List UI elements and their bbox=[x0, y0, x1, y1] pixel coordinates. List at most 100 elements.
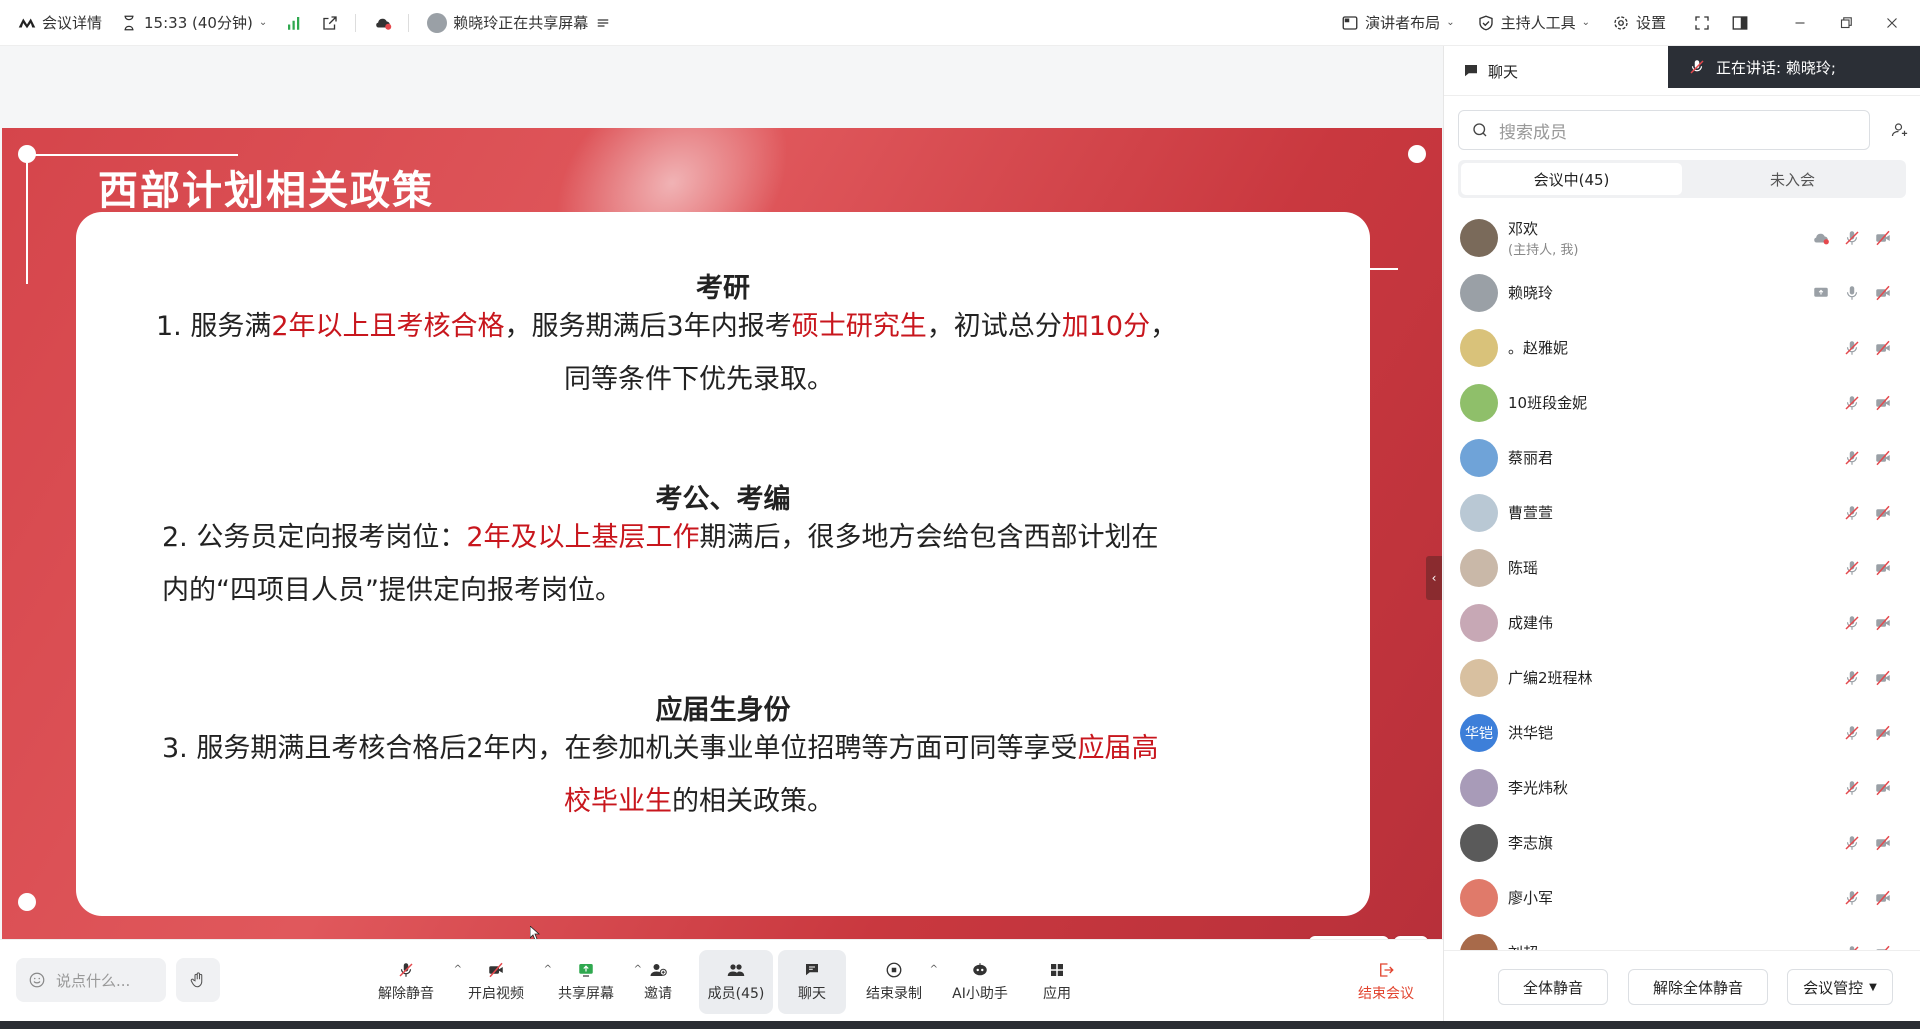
tab-not-joined[interactable]: 未入会 bbox=[1682, 163, 1903, 195]
member-row[interactable]: 赖晓玲 bbox=[1444, 265, 1920, 320]
start-video-button[interactable]: 开启视频 ^ bbox=[456, 950, 552, 1014]
body-text: ，初试总分 bbox=[926, 311, 1062, 342]
popout-button[interactable] bbox=[321, 14, 339, 32]
member-row[interactable]: 邓欢 (主持人, 我) bbox=[1444, 210, 1920, 265]
unmute-button[interactable]: 解除静音 ^ bbox=[366, 950, 462, 1014]
member-name-label: 陈瑶 bbox=[1508, 559, 1539, 577]
avatar bbox=[427, 12, 448, 33]
emoji-icon bbox=[29, 972, 45, 988]
restore-button[interactable] bbox=[1836, 13, 1856, 33]
ai-assistant-icon bbox=[973, 963, 987, 976]
presenter-layout-button[interactable]: 演讲者布局 ⌄ bbox=[1341, 12, 1455, 33]
cloud-record-button[interactable] bbox=[374, 14, 392, 32]
avatar bbox=[1460, 383, 1498, 422]
section-text: 1. 服务满2年以上且考核合格，服务期满后3年内报考硕士研究生，初试总分加10分… bbox=[156, 300, 1177, 353]
chevron-left-icon: ‹ bbox=[1431, 571, 1437, 585]
highlight-text: 校毕业生 bbox=[564, 786, 672, 817]
mic-icon bbox=[1846, 285, 1858, 300]
raise-hand-button[interactable] bbox=[176, 958, 220, 1002]
member-name: 李志旗 bbox=[1508, 832, 1553, 853]
member-name-label: 李光炜秋 bbox=[1508, 779, 1569, 797]
invite-button[interactable]: 邀请 bbox=[636, 950, 680, 1014]
sidebar-icon bbox=[1732, 15, 1748, 30]
member-row[interactable]: 李光炜秋 bbox=[1444, 760, 1920, 815]
section-text: 同等条件下优先录取。 bbox=[564, 353, 834, 406]
end-meeting-button[interactable]: 结束会议 bbox=[1358, 950, 1414, 1014]
meeting-timer[interactable]: 15:33 (40分钟) ⌄ bbox=[120, 12, 267, 33]
video-off-icon bbox=[1876, 835, 1890, 850]
member-row[interactable]: 廖小军 bbox=[1444, 870, 1920, 925]
shield-icon bbox=[1478, 15, 1493, 30]
chat-label: 聊天 bbox=[798, 986, 826, 1002]
share-screen-button[interactable]: 共享屏幕 ^ bbox=[546, 950, 642, 1014]
fullscreen-icon bbox=[1695, 15, 1709, 30]
quick-chat-input[interactable]: 说点什么... bbox=[16, 958, 166, 1002]
chat-icon bbox=[806, 964, 818, 976]
unmute-label: 解除静音 bbox=[378, 986, 434, 1002]
sharing-status[interactable]: 赖晓玲正在共享屏幕 bbox=[427, 12, 612, 33]
avatar bbox=[1460, 493, 1498, 532]
members-button[interactable]: 成员(45) bbox=[699, 950, 773, 1014]
member-name: 刘超 bbox=[1508, 942, 1538, 950]
settings-button[interactable]: 设置 bbox=[1612, 12, 1666, 33]
highlight-text: 应届高 bbox=[1077, 733, 1159, 764]
member-row[interactable]: 蔡丽君 bbox=[1444, 430, 1920, 485]
minimize-button[interactable] bbox=[1790, 13, 1810, 33]
member-row[interactable]: 华铠 洪华铠 bbox=[1444, 705, 1920, 760]
body-text: 期满后，很多地方会给包含西部计划在 bbox=[699, 522, 1159, 553]
fullscreen-button[interactable] bbox=[1692, 13, 1712, 33]
slide-title: 西部计划相关政策 bbox=[98, 167, 434, 214]
video-off-icon bbox=[489, 962, 503, 978]
chat-button[interactable]: 聊天 bbox=[778, 950, 846, 1014]
signal-button[interactable] bbox=[285, 14, 303, 32]
shared-slide: 西部计划相关政策 考研 1. 服务满2年以上且考核合格，服务期满后3年内报考硕士… bbox=[2, 128, 1442, 940]
member-status-icons bbox=[1843, 504, 1893, 522]
close-icon bbox=[1887, 17, 1897, 28]
member-row[interactable]: 成建伟 bbox=[1444, 595, 1920, 650]
mic-off-icon bbox=[1845, 615, 1859, 630]
member-name-label: 赖晓玲 bbox=[1508, 284, 1554, 302]
members-panel: 聊天 正在讲话: 赖晓玲; 搜索成员 会议中(45) 未入会 邓欢 (主持人, 我… bbox=[1443, 46, 1920, 1021]
member-row[interactable]: 。赵雅妮 bbox=[1444, 320, 1920, 375]
unmute-all-button[interactable]: 解除全体静音 bbox=[1628, 969, 1768, 1005]
host-tools-button[interactable]: 主持人工具 ⌄ bbox=[1477, 12, 1590, 33]
exit-icon bbox=[1380, 963, 1394, 977]
member-row[interactable]: 曹萱萱 bbox=[1444, 485, 1920, 540]
member-row[interactable]: 李志旗 bbox=[1444, 815, 1920, 870]
mute-all-button[interactable]: 全体静音 bbox=[1498, 969, 1608, 1005]
video-off-icon bbox=[1876, 670, 1890, 685]
member-row[interactable]: 10班段金妮 bbox=[1444, 375, 1920, 430]
video-off-icon bbox=[1876, 505, 1890, 520]
collapse-panel-button[interactable]: ‹ bbox=[1426, 556, 1442, 600]
avatar bbox=[1460, 548, 1498, 587]
avatar bbox=[1460, 438, 1498, 477]
tab-chat[interactable]: 聊天 bbox=[1462, 46, 1518, 96]
member-name: 广编2班程林 bbox=[1508, 667, 1593, 688]
mic-off-icon bbox=[1845, 890, 1859, 905]
close-button[interactable] bbox=[1882, 13, 1902, 33]
stop-recording-button[interactable]: 结束录制 ^ bbox=[866, 950, 938, 1014]
chevron-up-icon[interactable]: ^ bbox=[930, 964, 938, 975]
slide-content-card: 考研 1. 服务满2年以上且考核合格，服务期满后3年内报考硕士研究生，初试总分加… bbox=[76, 212, 1370, 916]
sidebar-toggle-button[interactable] bbox=[1730, 13, 1750, 33]
title-bar: 会议详情 15:33 (40分钟) ⌄ 赖晓玲正在共享屏幕 演讲者布局 ⌄ 主持… bbox=[0, 0, 1920, 46]
meeting-control-label: 会议管控 bbox=[1803, 978, 1864, 997]
meeting-control-button[interactable]: 会议管控 ▼ bbox=[1787, 969, 1893, 1005]
member-row[interactable]: 陈瑶 bbox=[1444, 540, 1920, 595]
tab-in-meeting[interactable]: 会议中(45) bbox=[1461, 163, 1682, 195]
avatar bbox=[1460, 328, 1498, 367]
member-name: 廖小军 bbox=[1508, 887, 1553, 908]
apps-button[interactable]: 应用 bbox=[1040, 950, 1074, 1014]
avatar bbox=[1460, 823, 1498, 862]
member-search-input[interactable]: 搜索成员 bbox=[1458, 110, 1870, 150]
shared-screen-area[interactable]: 西部计划相关政策 考研 1. 服务满2年以上且考核合格，服务期满后3年内报考硕士… bbox=[0, 46, 1443, 970]
add-member-button[interactable] bbox=[1880, 110, 1920, 150]
slide-decoration-dot bbox=[1408, 145, 1426, 163]
meeting-details-button[interactable]: 会议详情 bbox=[18, 12, 102, 33]
member-row[interactable]: 刘超 bbox=[1444, 925, 1920, 950]
member-status-icons bbox=[1843, 449, 1893, 467]
member-row[interactable]: 广编2班程林 bbox=[1444, 650, 1920, 705]
highlight-text: 2年以上且考核合格 bbox=[271, 311, 505, 342]
ai-assistant-button[interactable]: AI小助手 bbox=[950, 950, 1010, 1014]
video-off-icon bbox=[1876, 615, 1890, 630]
